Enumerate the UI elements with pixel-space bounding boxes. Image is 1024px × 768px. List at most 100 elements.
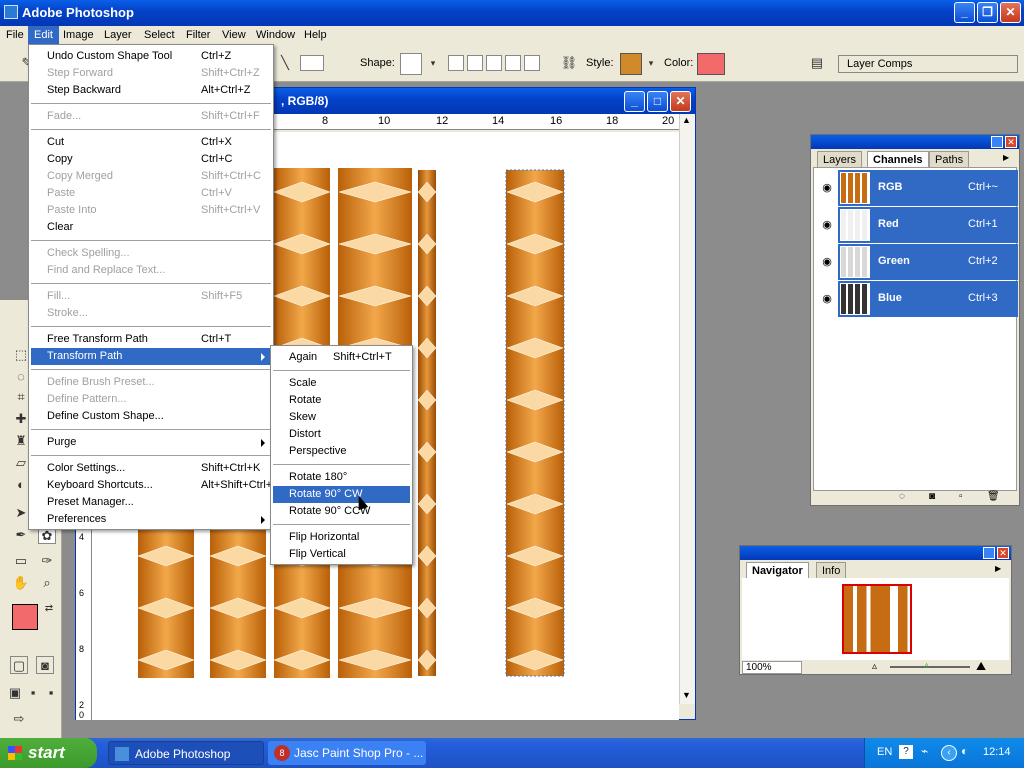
restore-button[interactable]: ❐ xyxy=(977,2,998,23)
standard-mode-icon[interactable]: ▢ xyxy=(10,656,28,674)
menu-image[interactable]: Image xyxy=(57,26,100,44)
line-shape-icon[interactable]: ╲ xyxy=(276,54,294,72)
scroll-up-icon[interactable]: ▲ xyxy=(682,115,691,125)
scroll-down-icon[interactable]: ▼ xyxy=(682,690,691,700)
menu-view[interactable]: View xyxy=(216,26,252,44)
close-button[interactable]: ✕ xyxy=(1000,2,1021,23)
tab-layers[interactable]: Layers xyxy=(817,151,863,167)
channel-row[interactable]: Red Ctrl+1 xyxy=(838,207,1018,243)
transform-submenu-item[interactable]: Rotate xyxy=(273,392,410,409)
layer-comps-well[interactable]: Layer Comps xyxy=(838,55,1018,73)
vertical-scrollbar[interactable]: ▲ ▼ xyxy=(679,114,695,704)
panel-minimize-icon[interactable] xyxy=(991,136,1003,148)
link-icon[interactable]: ⛓ xyxy=(560,54,578,72)
taskbar-item-photoshop[interactable]: Adobe Photoshop xyxy=(108,741,264,765)
exclude-shape-icon[interactable] xyxy=(524,55,540,71)
doc-close-button[interactable]: ✕ xyxy=(670,91,691,112)
menu-window[interactable]: Window xyxy=(250,26,301,44)
visibility-eye-icon[interactable]: ◉ xyxy=(818,216,836,234)
transform-submenu-item[interactable]: Distort xyxy=(273,426,410,443)
zoom-slider-thumb-icon[interactable]: ▵ xyxy=(924,660,929,671)
jump-to-imageready-icon[interactable]: ⇨ xyxy=(10,710,28,728)
zoom-tool-icon[interactable]: ⌕ xyxy=(38,574,56,592)
subtract-shape-icon[interactable] xyxy=(486,55,502,71)
color-swatch[interactable] xyxy=(697,53,725,75)
transform-submenu-item[interactable]: Scale xyxy=(273,375,410,392)
tab-info[interactable]: Info xyxy=(816,562,847,578)
delete-channel-icon[interactable]: 🗑 xyxy=(987,491,1000,502)
palette-well-icon[interactable]: ▤ xyxy=(808,54,826,72)
foreground-color[interactable] xyxy=(12,604,38,630)
load-channel-selection-icon[interactable]: ◌ xyxy=(899,491,905,502)
transform-submenu-item[interactable]: Flip Horizontal xyxy=(273,529,410,546)
language-indicator[interactable]: EN xyxy=(877,746,892,758)
panel-close-icon[interactable]: ✕ xyxy=(1005,136,1017,148)
channel-row[interactable]: Green Ctrl+2 xyxy=(838,244,1018,280)
edit-menu-item[interactable]: Preset Manager... xyxy=(31,494,271,511)
visibility-eye-icon[interactable]: ◉ xyxy=(818,290,836,308)
screen-mode-standard-icon[interactable]: ▣ xyxy=(6,684,24,702)
minimize-button[interactable]: _ xyxy=(954,2,975,23)
add-to-shape-icon[interactable] xyxy=(467,55,483,71)
visibility-eye-icon[interactable]: ◉ xyxy=(818,179,836,197)
transform-submenu-item[interactable]: Flip Vertical xyxy=(273,546,410,563)
notes-tool-icon[interactable]: ▭ xyxy=(12,552,30,570)
transform-submenu-item[interactable]: Rotate 180° xyxy=(273,469,410,486)
zoom-slider[interactable]: ▵ xyxy=(890,660,970,671)
start-button[interactable]: start xyxy=(0,738,97,768)
panel-menu-icon[interactable]: ▶ xyxy=(1003,153,1015,165)
new-channel-icon[interactable]: ▫ xyxy=(959,491,963,502)
transform-submenu-item[interactable]: Skew xyxy=(273,409,410,426)
edit-menu-item[interactable]: Preferences xyxy=(31,511,271,528)
zoom-in-icon[interactable]: ⛰ xyxy=(976,659,986,674)
eyedropper-icon[interactable]: ✑ xyxy=(38,552,56,570)
quick-mask-icon[interactable]: ◙ xyxy=(36,656,54,674)
chevron-down-icon[interactable]: ▾ xyxy=(424,54,442,72)
edit-menu-item[interactable]: Purge xyxy=(31,434,271,451)
doc-maximize-button[interactable]: □ xyxy=(647,91,668,112)
panel-minimize-icon[interactable] xyxy=(983,547,995,559)
edit-menu-item[interactable]: Keyboard Shortcuts... Alt+Shift+Ctrl+K xyxy=(31,477,280,494)
panel-close-icon[interactable]: ✕ xyxy=(997,547,1009,559)
transform-submenu-item[interactable]: Again Shift+Ctrl+T xyxy=(273,349,410,366)
edit-menu-item[interactable]: Define Custom Shape... xyxy=(31,408,271,425)
edit-menu-item[interactable]: Free Transform Path Ctrl+T xyxy=(31,331,271,348)
channel-row[interactable]: Blue Ctrl+3 xyxy=(838,281,1018,317)
hand-tool-icon[interactable]: ✋ xyxy=(12,574,30,592)
edit-menu-item[interactable]: Cut Ctrl+X xyxy=(31,134,271,151)
transform-submenu-item[interactable]: Rotate 90° CCW xyxy=(273,503,410,520)
edit-menu-item[interactable]: Clear xyxy=(31,219,271,236)
screen-mode-full-menu-icon[interactable]: ▪ xyxy=(24,684,42,702)
style-dropdown-icon[interactable]: ▾ xyxy=(642,54,660,72)
transform-submenu-item[interactable]: Perspective xyxy=(273,443,410,460)
swap-colors-icon[interactable]: ⇄ xyxy=(40,600,58,618)
zoom-field[interactable]: 100% xyxy=(742,661,802,674)
tab-channels[interactable]: Channels xyxy=(867,151,929,167)
network-tray-icon[interactable]: ⌁ xyxy=(921,744,928,758)
edit-menu-item[interactable]: Undo Custom Shape Tool Ctrl+Z xyxy=(31,48,271,65)
menu-file[interactable]: File xyxy=(0,26,30,44)
shape-preview[interactable] xyxy=(400,53,422,75)
menu-filter[interactable]: Filter xyxy=(180,26,216,44)
volume-tray-icon[interactable]: ◐ xyxy=(961,744,968,758)
screen-mode-full-icon[interactable]: ▪ xyxy=(42,684,60,702)
edit-menu-item[interactable]: Copy Ctrl+C xyxy=(31,151,271,168)
intersect-shape-icon[interactable] xyxy=(505,55,521,71)
doc-minimize-button[interactable]: _ xyxy=(624,91,645,112)
transform-submenu-item[interactable]: Rotate 90° CW xyxy=(273,486,410,503)
menu-edit[interactable]: Edit xyxy=(28,26,59,44)
panel-menu-icon[interactable]: ▶ xyxy=(995,564,1007,576)
help-tray-icon[interactable]: ? xyxy=(899,745,913,759)
style-swatch[interactable] xyxy=(620,53,642,75)
taskbar-item-paintshop[interactable]: 8 Jasc Paint Shop Pro - ... xyxy=(268,741,426,765)
edit-menu-item[interactable]: Transform Path xyxy=(31,348,271,365)
tab-paths[interactable]: Paths xyxy=(929,151,970,167)
menu-layer[interactable]: Layer xyxy=(98,26,138,44)
back-tray-icon[interactable]: ‹ xyxy=(941,745,957,761)
save-selection-channel-icon[interactable]: ◙ xyxy=(929,491,935,502)
menu-help[interactable]: Help xyxy=(298,26,333,44)
channel-row[interactable]: RGB Ctrl+~ xyxy=(838,170,1018,206)
tab-navigator[interactable]: Navigator xyxy=(746,562,809,578)
edit-menu-item[interactable]: Step Backward Alt+Ctrl+Z xyxy=(31,82,271,99)
navigator-view-box[interactable] xyxy=(842,584,912,654)
